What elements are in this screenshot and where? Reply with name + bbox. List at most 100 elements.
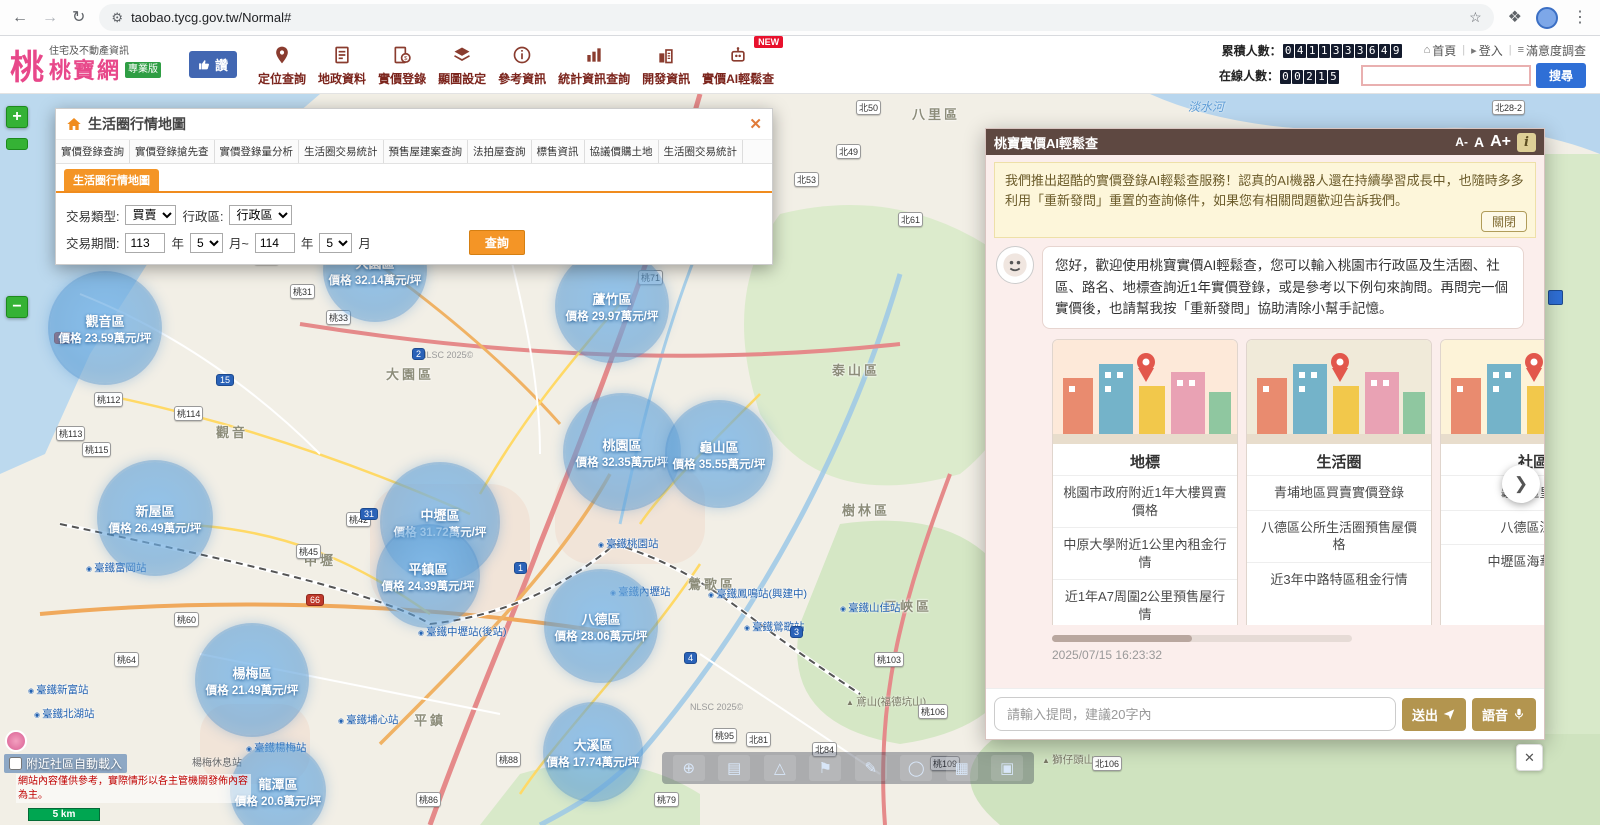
dialog-tab[interactable]: 預售屋建案查詢 xyxy=(384,140,468,163)
browser-menu-icon[interactable]: ⋮ xyxy=(1572,9,1588,26)
nav-item-ai[interactable]: 實價AI輕鬆查 NEW xyxy=(697,35,784,87)
quick-links: ⌂ 首頁 | ▸ 登入 | ≡ 滿意度調查 xyxy=(1424,42,1586,59)
nav-item-label: 地政資料 xyxy=(318,71,367,86)
autoload-checkbox[interactable] xyxy=(9,757,22,770)
suggestion-item[interactable]: 中原大學附近1公里內租金行情 xyxy=(1053,527,1237,579)
nav-item-price-register[interactable]: $ 實價登錄 xyxy=(373,43,431,87)
search-input[interactable] xyxy=(1360,65,1531,86)
autoload-nearby-option[interactable]: 附近社區自動載入 xyxy=(4,754,128,773)
visitor-digit: 1 xyxy=(1315,69,1327,84)
map-label: NLSC 2025© xyxy=(420,350,474,360)
suggestion-item[interactable]: 近3年中路特區租金行情 xyxy=(1247,561,1431,597)
suggestion-item[interactable]: 近1年A7周圍2公里預售屋行情 xyxy=(1053,579,1237,625)
voice-button[interactable]: 語音 xyxy=(1471,697,1536,731)
query-button[interactable]: 查詢 xyxy=(468,230,525,255)
price-circle[interactable]: 大溪區 價格 17.74萬元/坪 xyxy=(545,704,641,800)
font-normal-button[interactable]: A xyxy=(1474,134,1484,150)
suggestion-item[interactable]: 桃園市政府附近1年大樓買賣價格 xyxy=(1053,475,1237,527)
url-bar[interactable]: ⚙ taobao.tycg.gov.tw/Normal# ☆ xyxy=(99,4,1494,31)
notice-close-button[interactable]: 關閉 xyxy=(1480,211,1527,233)
district-select[interactable]: 行政區 xyxy=(229,205,293,225)
layers-tool-icon[interactable]: ▤ xyxy=(718,755,751,781)
visitor-digit: 0 xyxy=(1279,69,1291,84)
link-survey[interactable]: ≡ 滿意度調查 xyxy=(1518,42,1586,59)
suggestion-item[interactable]: 中壢區海華國際 xyxy=(1441,544,1544,579)
chat-input[interactable] xyxy=(994,697,1396,731)
buildings-tool-icon[interactable]: ▦ xyxy=(945,755,978,781)
site-settings-icon[interactable]: ⚙ xyxy=(111,10,123,26)
search-button[interactable]: 搜尋 xyxy=(1535,63,1586,88)
site-logo[interactable]: 桃 住宅及不動產資訊 桃寶網 專業版 xyxy=(10,40,162,89)
month-from-select[interactable]: 5 xyxy=(190,232,223,253)
link-home[interactable]: ⌂ 首頁 xyxy=(1424,42,1457,59)
price-circle[interactable]: 桃園區 價格 32.35萬元/坪 xyxy=(565,395,679,509)
font-smaller-button[interactable]: A- xyxy=(1455,135,1468,149)
nav-item-reference[interactable]: 參考資訊 xyxy=(493,43,551,87)
draw-tool-icon[interactable]: ✎ xyxy=(854,755,887,781)
facebook-like-button[interactable]: 讚 xyxy=(189,51,238,78)
nav-item-statistics[interactable]: 統計資訊查詢 xyxy=(553,43,635,87)
price-circle[interactable]: 龜山區 價格 35.55萬元/坪 xyxy=(667,402,771,506)
print-tool-icon[interactable]: ▣ xyxy=(991,755,1024,781)
reload-icon[interactable]: ↻ xyxy=(72,9,85,26)
circle-select-tool-icon[interactable]: ◯ xyxy=(900,755,933,781)
carousel-scrollbar[interactable] xyxy=(1052,635,1352,643)
year-to-input[interactable] xyxy=(254,232,295,253)
suggestion-item[interactable]: 八德區公所生活圈預售屋價格 xyxy=(1247,509,1431,562)
panel-edge-button[interactable] xyxy=(1548,290,1563,305)
nav-item-development[interactable]: 開發資訊 xyxy=(637,43,695,87)
back-icon[interactable]: ← xyxy=(12,9,28,26)
forward-icon[interactable]: → xyxy=(42,9,58,26)
price-circle[interactable]: 八德區 價格 28.06萬元/坪 xyxy=(546,571,656,681)
zoom-out-button[interactable]: − xyxy=(6,296,28,318)
circle-district-label: 桃園區 xyxy=(602,437,642,453)
nav-item-map-settings[interactable]: 顯圖設定 xyxy=(433,43,491,87)
carousel-next-button[interactable]: ❯ xyxy=(1502,465,1540,503)
dialog-tab[interactable]: 生活圈交易統計 xyxy=(299,140,384,163)
profile-avatar[interactable] xyxy=(1536,6,1558,29)
dialog-tab[interactable]: 生活圈交易統計 xyxy=(659,140,743,163)
price-circle[interactable]: 蘆竹區 價格 29.97萬元/坪 xyxy=(557,251,667,361)
location-icon xyxy=(272,46,292,69)
road-badge: 桃113 xyxy=(56,426,86,441)
road-badge: 桃115 xyxy=(82,442,112,457)
price-circle[interactable]: 觀音區 價格 23.59萬元/坪 xyxy=(50,273,160,383)
price-circle[interactable]: 楊梅區 價格 21.49萬元/坪 xyxy=(197,625,307,735)
transaction-type-select[interactable]: 買賣 xyxy=(125,205,177,225)
nav-item-land-data[interactable]: 地政資料 xyxy=(313,43,371,87)
terrain-tool-icon[interactable]: △ xyxy=(763,755,796,781)
price-circle[interactable]: 平鎮區 價格 24.39萬元/坪 xyxy=(378,526,478,626)
font-larger-button[interactable]: A+ xyxy=(1490,133,1511,151)
year-from-input[interactable] xyxy=(125,232,166,253)
dialog-tab[interactable]: 實價登錄搶先查 xyxy=(130,140,215,163)
zoom-tool-icon[interactable]: ⊕ xyxy=(672,755,705,781)
feedback-widget-icon[interactable] xyxy=(5,730,27,752)
send-button[interactable]: 送出 xyxy=(1401,697,1466,731)
online-visitors-counter: 在線人數： 00215 xyxy=(1219,67,1339,85)
active-subtab-living-circle-map[interactable]: 生活圈行情地圖 xyxy=(64,169,159,191)
zoom-slider-handle[interactable] xyxy=(6,138,28,150)
dialog-tab[interactable]: 標售資訊 xyxy=(532,140,585,163)
logo-subtitle: 住宅及不動產資訊 xyxy=(49,46,129,58)
info-icon[interactable]: i xyxy=(1517,132,1536,152)
survey-icon: ≡ xyxy=(1517,44,1524,56)
month-to-select[interactable]: 5 xyxy=(319,232,353,253)
extensions-icon[interactable]: ❖ xyxy=(1508,9,1522,26)
map-label: 臺鐵中壢站(後站) xyxy=(418,624,507,639)
panel-close-button[interactable]: ✕ xyxy=(1516,744,1543,771)
flag-tool-icon[interactable]: ⚑ xyxy=(809,755,842,781)
dialog-tab[interactable]: 協議價購土地 xyxy=(585,140,659,163)
suggestion-item[interactable]: 八德區深耕 xyxy=(1441,509,1544,545)
dialog-tab[interactable]: 法拍屋查詢 xyxy=(468,140,532,163)
bookmark-star-icon[interactable]: ☆ xyxy=(1469,9,1482,26)
ai-panel-header: 桃寶實價AI輕鬆查 A- A A+ i xyxy=(986,129,1544,155)
suggestion-item[interactable]: 青埔地區買賣實價登錄 xyxy=(1247,475,1431,510)
dialog-tab[interactable]: 實價登錄量分析 xyxy=(215,140,299,163)
link-login[interactable]: ▸ 登入 xyxy=(1471,42,1503,59)
zoom-in-button[interactable]: + xyxy=(6,106,28,128)
bot-message-row: 您好，歡迎使用桃寶實價AI輕鬆查，您可以輸入桃園市行政區及生活圈、社區、路名、地… xyxy=(996,246,1534,330)
dialog-tab[interactable]: 實價登錄查詢 xyxy=(56,140,130,163)
nav-item-location[interactable]: 定位查詢 xyxy=(253,43,311,87)
dialog-close-icon[interactable]: ✕ xyxy=(749,115,762,133)
price-circle[interactable]: 新屋區 價格 26.49萬元/坪 xyxy=(99,462,211,574)
